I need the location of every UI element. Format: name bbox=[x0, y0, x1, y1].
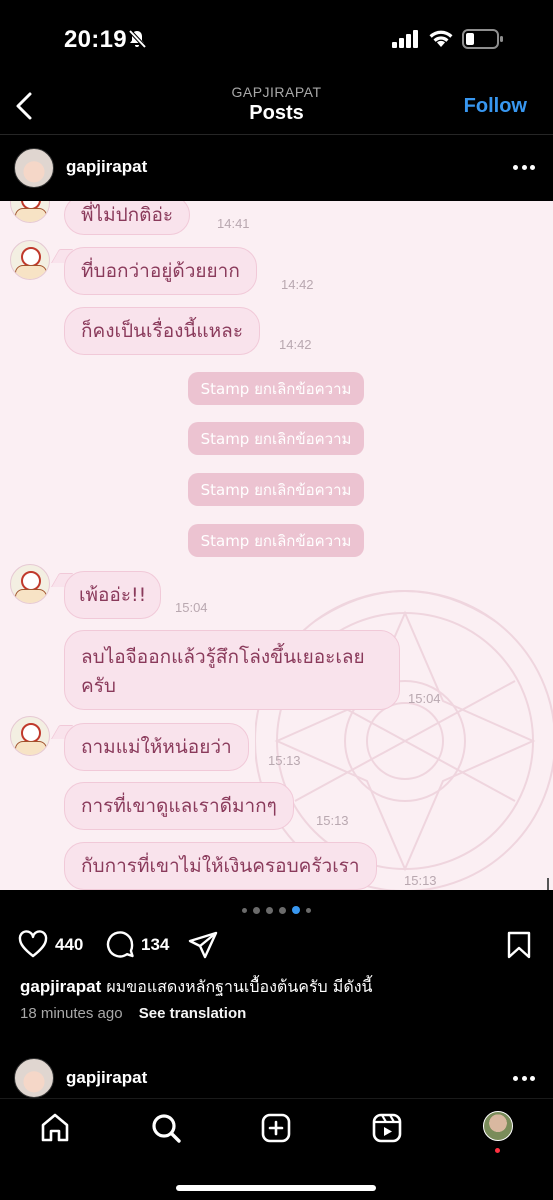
clock: 20:19 bbox=[64, 26, 127, 53]
bell-slash-icon bbox=[128, 29, 147, 49]
carousel-indicator bbox=[0, 906, 553, 914]
heart-icon[interactable] bbox=[18, 930, 48, 958]
post-actions: 440 134 bbox=[0, 928, 553, 962]
carousel-dot bbox=[306, 907, 311, 913]
stamp-notice: Stamp ยกเลิกข้อความ bbox=[188, 372, 364, 405]
battery-icon bbox=[462, 29, 503, 49]
chat-bubble: ก็คงเป็นเรื่องนี้แหละ bbox=[64, 307, 261, 355]
carousel-dot bbox=[242, 907, 247, 913]
home-icon[interactable] bbox=[38, 1111, 72, 1145]
chat-bubble: ที่บอกว่าอยู่ด้วยยาก bbox=[64, 247, 257, 295]
chat-bubble: กับการที่เขาไม่ให้เงินครอบครัวเรา bbox=[64, 842, 377, 890]
sender-avatar bbox=[10, 564, 50, 604]
chat-bubble: ลบไอจีออกแล้วรู้สึกโล่งขึ้นเยอะเลยครับ bbox=[64, 630, 400, 710]
more-options-icon[interactable] bbox=[513, 1076, 535, 1082]
notification-dot bbox=[495, 1148, 500, 1153]
wifi-icon bbox=[429, 30, 453, 47]
home-indicator[interactable] bbox=[176, 1185, 376, 1191]
next-post-header: gapjirapat bbox=[0, 1055, 553, 1099]
message-time: 15:04 bbox=[175, 600, 208, 615]
next-post-username[interactable]: gapjirapat bbox=[66, 1068, 147, 1088]
profile-avatar[interactable] bbox=[483, 1111, 513, 1141]
avatar[interactable] bbox=[14, 148, 54, 188]
stamp-notice: Stamp ยกเลิกข้อความ bbox=[188, 422, 364, 455]
avatar[interactable] bbox=[14, 1058, 54, 1098]
carousel-dot bbox=[279, 906, 286, 914]
stamp-notice: Stamp ยกเลิกข้อความ bbox=[188, 473, 364, 506]
carousel-dot bbox=[253, 906, 260, 914]
carousel-dot bbox=[292, 906, 300, 914]
reels-icon[interactable] bbox=[370, 1111, 404, 1145]
message-time: 14:41 bbox=[217, 216, 250, 231]
chat-bubble: เพ้ออ่ะ!! bbox=[64, 571, 162, 619]
like-count[interactable]: 440 bbox=[55, 935, 83, 955]
sender-avatar bbox=[10, 716, 50, 756]
follow-button[interactable]: Follow bbox=[464, 95, 527, 118]
message-time: 15:04 bbox=[408, 691, 441, 706]
message-time: 15:13 bbox=[404, 873, 437, 888]
caption-text: ผมขอแสดงหลักฐานเบื้องต้นครับ มีดังนี้ bbox=[106, 977, 373, 996]
message-time: 14:42 bbox=[279, 337, 312, 352]
caption-username[interactable]: gapjirapat bbox=[20, 977, 101, 996]
message-time: 15:13 bbox=[268, 753, 301, 768]
post-meta: 18 minutes ago See translation bbox=[20, 1005, 246, 1022]
see-translation-link[interactable]: See translation bbox=[139, 1005, 247, 1022]
chat-bubble: การที่เขาดูแลเราดีมากๆ bbox=[64, 782, 294, 830]
stamp-notice: Stamp ยกเลิกข้อความ bbox=[188, 524, 364, 557]
message-time: 15:13 bbox=[316, 813, 349, 828]
post-header: gapjirapat bbox=[0, 135, 553, 201]
comment-icon[interactable] bbox=[105, 930, 135, 960]
search-icon[interactable] bbox=[149, 1111, 183, 1145]
more-options-icon[interactable] bbox=[513, 165, 535, 171]
post-timestamp: 18 minutes ago bbox=[20, 1005, 123, 1022]
chat-bubble: ถามแม่ให้หน่อยว่า bbox=[64, 723, 249, 771]
magic-circle-decoration bbox=[255, 590, 553, 890]
carousel-dot bbox=[266, 906, 273, 914]
bookmark-icon[interactable] bbox=[506, 930, 532, 960]
send-icon[interactable] bbox=[188, 930, 218, 960]
status-bar: 20:19 bbox=[0, 0, 553, 76]
sender-avatar bbox=[10, 201, 50, 223]
post-caption: gapjirapat ผมขอแสดงหลักฐานเบื้องต้นครับ … bbox=[20, 976, 540, 998]
top-nav: GAPJIRAPAT Posts Follow bbox=[0, 76, 553, 134]
create-icon[interactable] bbox=[259, 1111, 293, 1145]
chat-bubble: พี่ไม่ปกติอ่ะ bbox=[64, 201, 191, 235]
post-username[interactable]: gapjirapat bbox=[66, 157, 147, 177]
sender-avatar bbox=[10, 240, 50, 280]
comment-count[interactable]: 134 bbox=[141, 935, 169, 955]
message-time: 14:42 bbox=[281, 277, 314, 292]
signal-icon bbox=[392, 30, 418, 48]
post-image-chat[interactable]: พี่ไม่ปกติอ่ะ 14:41 ที่บอกว่าอยู่ด้วยยาก… bbox=[0, 201, 553, 890]
scroll-indicator bbox=[547, 878, 549, 890]
